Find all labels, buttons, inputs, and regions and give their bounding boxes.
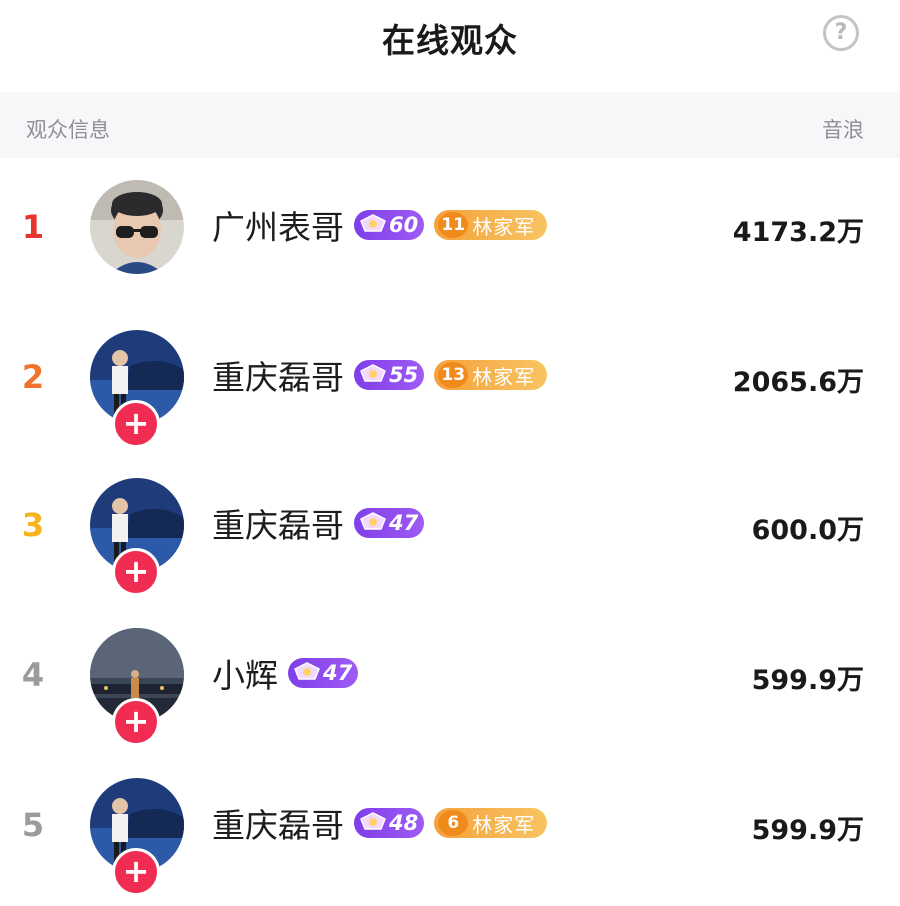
user-level-badge: 47 — [354, 508, 425, 538]
sound-wave-amount: 599.9万 — [751, 665, 864, 696]
column-header-bar: 观众信息 音浪 — [0, 92, 900, 158]
viewer-row[interactable]: 1 广州表哥 60 11 林家军 4173.2万 — [0, 158, 900, 298]
fan-level: 13 — [438, 362, 469, 388]
rank-number: 4 — [21, 656, 45, 694]
viewer-name[interactable]: 重庆磊哥 — [212, 499, 344, 547]
fan-club-name: 林家军 — [472, 812, 536, 837]
user-level-badge: 47 — [288, 658, 359, 688]
viewer-name-line: 重庆磊哥 48 6 林家军 — [212, 799, 548, 847]
follow-button[interactable]: + — [112, 848, 160, 896]
column-header-sound-wave: 音浪 — [822, 118, 864, 142]
viewer-name-line: 重庆磊哥 47 — [212, 499, 434, 547]
sound-wave-amount: 4173.2万 — [732, 217, 864, 248]
column-header-viewer-info: 观众信息 — [26, 118, 110, 142]
follow-button[interactable]: + — [112, 698, 160, 746]
rank-number: 1 — [21, 208, 45, 246]
gem-icon — [294, 662, 320, 680]
viewer-name-line: 小辉 47 — [212, 649, 368, 697]
viewer-name[interactable]: 重庆磊哥 — [212, 799, 344, 847]
man-sunglasses-avatar[interactable] — [90, 180, 184, 274]
help-icon[interactable]: ? — [823, 15, 859, 51]
user-level: 48 — [389, 811, 419, 835]
viewer-name[interactable]: 重庆磊哥 — [212, 351, 344, 399]
rank-number: 5 — [21, 806, 45, 844]
page-title: 在线观众 — [382, 21, 518, 60]
gem-icon — [360, 812, 386, 830]
fan-club-badge: 11 林家军 — [434, 210, 548, 240]
fan-level: 6 — [438, 810, 469, 836]
gem-icon — [360, 214, 386, 232]
gem-icon — [360, 364, 386, 382]
fan-level: 11 — [438, 212, 469, 238]
viewer-name[interactable]: 广州表哥 — [212, 201, 344, 249]
rank-number: 2 — [21, 358, 45, 396]
user-level: 47 — [323, 661, 353, 685]
viewer-row[interactable]: 2 + 重庆磊哥 55 13 林家军 2065.6万 — [0, 308, 900, 448]
viewer-row[interactable]: 5 + 重庆磊哥 48 6 林家军 599.9万 — [0, 756, 900, 896]
sound-wave-amount: 599.9万 — [751, 815, 864, 846]
sound-wave-amount: 600.0万 — [751, 515, 864, 546]
user-level-badge: 55 — [354, 360, 425, 390]
viewer-name-line: 广州表哥 60 11 林家军 — [212, 201, 548, 249]
sound-wave-amount: 2065.6万 — [732, 367, 864, 398]
user-level-badge: 60 — [354, 210, 425, 240]
fan-club-name: 林家军 — [472, 214, 536, 239]
viewer-row[interactable]: 3 + 重庆磊哥 47 600.0万 — [0, 456, 900, 596]
viewer-row[interactable]: 4 + 小辉 47 599.9万 — [0, 606, 900, 746]
follow-button[interactable]: + — [112, 400, 160, 448]
follow-button[interactable]: + — [112, 548, 160, 596]
user-level: 47 — [389, 511, 419, 535]
gem-icon — [360, 512, 386, 530]
top-bar: 在线观众 ? — [0, 0, 900, 92]
user-level-badge: 48 — [354, 808, 425, 838]
rank-number: 3 — [21, 506, 45, 544]
fan-club-badge: 6 林家军 — [434, 808, 548, 838]
user-level: 55 — [389, 363, 419, 387]
viewer-name[interactable]: 小辉 — [212, 649, 278, 697]
user-level: 60 — [389, 213, 419, 237]
fan-club-badge: 13 林家军 — [434, 360, 548, 390]
viewer-name-line: 重庆磊哥 55 13 林家军 — [212, 351, 548, 399]
fan-club-name: 林家军 — [472, 364, 536, 389]
